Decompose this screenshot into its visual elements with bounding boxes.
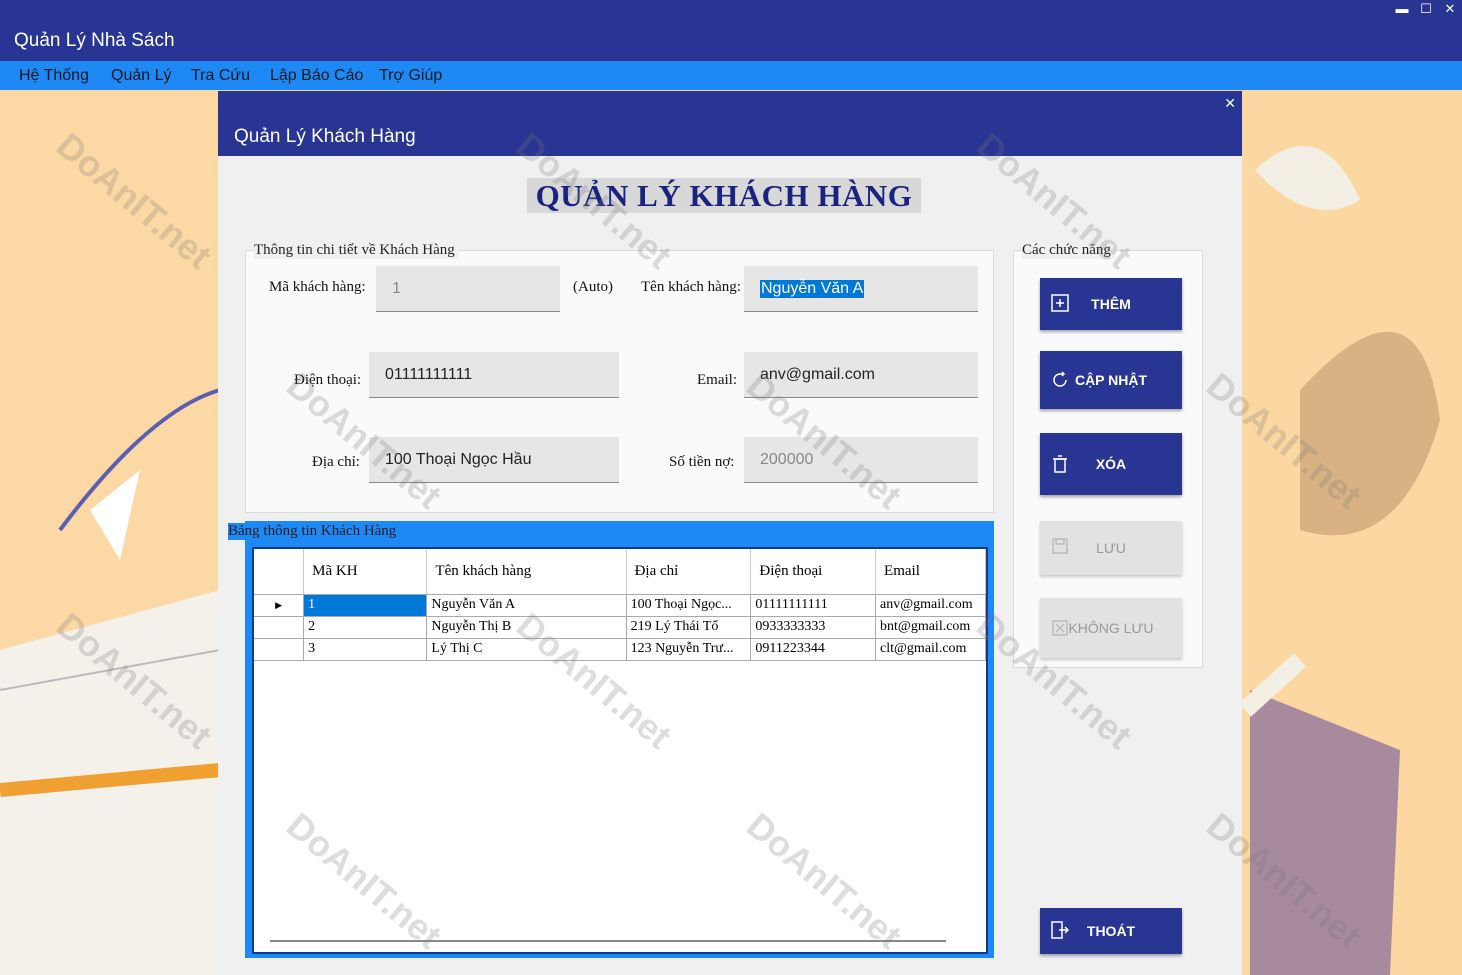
column-header-ten-kh[interactable]: Tên khách hàng xyxy=(426,549,627,595)
table-header-row: Mã KH Tên khách hàng Địa chỉ Điện thoại … xyxy=(254,549,986,595)
ten-kh-value: Nguyễn Văn A xyxy=(760,279,865,298)
maximize-icon[interactable]: ☐ xyxy=(1416,1,1436,17)
save-button[interactable]: LƯU xyxy=(1040,521,1182,575)
customer-grid[interactable]: Mã KH Tên khách hàng Địa chỉ Điện thoại … xyxy=(252,547,988,954)
table-cell[interactable]: Nguyễn Văn A xyxy=(426,594,627,617)
auto-label: (Auto) xyxy=(573,279,613,295)
menu-tra-cuu[interactable]: Tra Cứu xyxy=(191,67,250,85)
email-value: anv@gmail.com xyxy=(760,365,875,383)
add-button[interactable]: THÊM xyxy=(1040,278,1182,330)
dien-thoai-value: 01111111111 xyxy=(385,365,473,383)
table-cell[interactable]: anv@gmail.com xyxy=(875,594,986,617)
dien-thoai-field[interactable]: 01111111111 xyxy=(369,352,619,398)
table-cell[interactable]: 3 xyxy=(303,638,428,661)
dia-chi-field[interactable]: 100 Thoại Ngọc Hầu xyxy=(369,437,619,483)
exit-button[interactable]: THOÁT xyxy=(1040,908,1182,954)
horizontal-scrollbar[interactable] xyxy=(270,940,946,942)
cancel-button[interactable]: KHÔNG LƯU xyxy=(1040,598,1182,658)
table-cell[interactable]: 2 xyxy=(303,616,428,639)
child-close-icon[interactable]: ✕ xyxy=(1224,95,1236,112)
row-header xyxy=(254,616,305,639)
cancel-button-label: KHÔNG LƯU xyxy=(1068,620,1154,636)
ma-kh-value: 1 xyxy=(392,279,401,297)
table-cell[interactable]: 1 xyxy=(303,594,428,617)
child-title: Quản Lý Khách Hàng xyxy=(234,126,416,147)
exit-icon xyxy=(1051,921,1070,939)
refresh-icon xyxy=(1053,371,1067,387)
save-button-label: LƯU xyxy=(1096,540,1126,556)
dia-chi-value: 100 Thoại Ngọc Hầu xyxy=(385,450,532,468)
minimize-icon[interactable]: ▬ xyxy=(1392,1,1412,17)
table-cell[interactable]: 01111111111 xyxy=(750,594,877,617)
delete-button[interactable]: XÓA xyxy=(1040,433,1182,495)
table-cell[interactable]: 0911223344 xyxy=(750,638,877,661)
table-cell[interactable]: Nguyễn Thị B xyxy=(426,616,627,639)
dia-chi-label: Địa chỉ: xyxy=(312,454,360,470)
column-header-ma-kh[interactable]: Mã KH xyxy=(303,549,428,595)
app-title: Quản Lý Nhà Sách xyxy=(14,30,175,51)
details-group-title: Thông tin chi tiết về Khách Hàng xyxy=(254,242,459,259)
trash-icon xyxy=(1053,455,1067,473)
app-title-bar: Quản Lý Nhà Sách ▬ ☐ ✕ xyxy=(0,0,1462,61)
cancel-icon xyxy=(1052,620,1068,636)
add-button-label: THÊM xyxy=(1091,296,1131,312)
ma-kh-field[interactable]: 1 xyxy=(376,266,560,312)
row-header xyxy=(254,638,305,661)
update-button[interactable]: CẬP NHẬT xyxy=(1040,351,1182,409)
customer-management-window: Quản Lý Khách Hàng ✕ QUẢN LÝ KHÁCH HÀNG … xyxy=(218,91,1242,975)
ten-kh-field[interactable]: Nguyễn Văn A xyxy=(744,266,978,312)
save-icon xyxy=(1052,538,1068,554)
customer-table: Mã KH Tên khách hàng Địa chỉ Điện thoại … xyxy=(254,549,986,661)
add-icon xyxy=(1051,294,1069,312)
menu-bar: Hệ Thống Quản Lý Tra Cứu Lập Báo Cáo Trợ… xyxy=(0,61,1462,90)
table-cell[interactable]: clt@gmail.com xyxy=(875,638,986,661)
table-cell[interactable]: 123 Nguyễn Trư... xyxy=(626,638,752,661)
current-row-marker: ▶ xyxy=(254,594,305,617)
child-title-bar: Quản Lý Khách Hàng ✕ xyxy=(218,91,1242,156)
table-row[interactable]: ▶ 1 Nguyễn Văn A 100 Thoại Ngọc... 01111… xyxy=(254,594,986,617)
delete-button-label: XÓA xyxy=(1095,456,1127,472)
functions-group-title: Các chức năng xyxy=(1022,242,1115,259)
column-header-email[interactable]: Email xyxy=(875,549,986,595)
so-tien-no-field[interactable]: 200000 xyxy=(744,437,978,483)
dien-thoai-label: Điện thoại: xyxy=(294,372,362,388)
menu-lap-bao-cao[interactable]: Lập Báo Cáo xyxy=(270,67,363,85)
table-row[interactable]: 2 Nguyễn Thị B 219 Lý Thái Tổ 0933333333… xyxy=(254,616,986,639)
exit-button-label: THOÁT xyxy=(1086,923,1136,939)
table-cell[interactable]: bnt@gmail.com xyxy=(875,616,986,639)
table-cell[interactable]: 100 Thoại Ngọc... xyxy=(626,594,752,617)
column-header-dien-thoai[interactable]: Điện thoại xyxy=(750,549,877,595)
email-field[interactable]: anv@gmail.com xyxy=(744,352,978,398)
menu-quan-ly[interactable]: Quản Lý xyxy=(111,67,171,85)
column-header-dia-chi[interactable]: Địa chỉ xyxy=(626,549,752,595)
table-cell[interactable]: 219 Lý Thái Tổ xyxy=(626,616,752,639)
menu-tro-giup[interactable]: Trợ Giúp xyxy=(379,67,442,85)
table-cell[interactable]: Lý Thị C xyxy=(426,638,627,661)
so-tien-no-label: Số tiền nợ: xyxy=(669,454,735,470)
grid-group-title: Bảng thông tin Khách Hàng xyxy=(228,523,401,540)
so-tien-no-value: 200000 xyxy=(760,450,814,468)
table-row[interactable]: 3 Lý Thị C 123 Nguyễn Trư... 0911223344 … xyxy=(254,638,986,661)
menu-he-thong[interactable]: Hệ Thống xyxy=(19,67,89,85)
update-button-label: CẬP NHẬT xyxy=(1074,372,1148,388)
form-heading: QUẢN LÝ KHÁCH HÀNG xyxy=(527,178,921,213)
row-header-corner xyxy=(254,549,305,595)
close-icon[interactable]: ✕ xyxy=(1440,1,1460,17)
email-label: Email: xyxy=(697,372,737,388)
ma-kh-label: Mã khách hàng: xyxy=(269,279,366,295)
ten-kh-label: Tên khách hàng: xyxy=(641,279,741,295)
table-cell[interactable]: 0933333333 xyxy=(750,616,877,639)
